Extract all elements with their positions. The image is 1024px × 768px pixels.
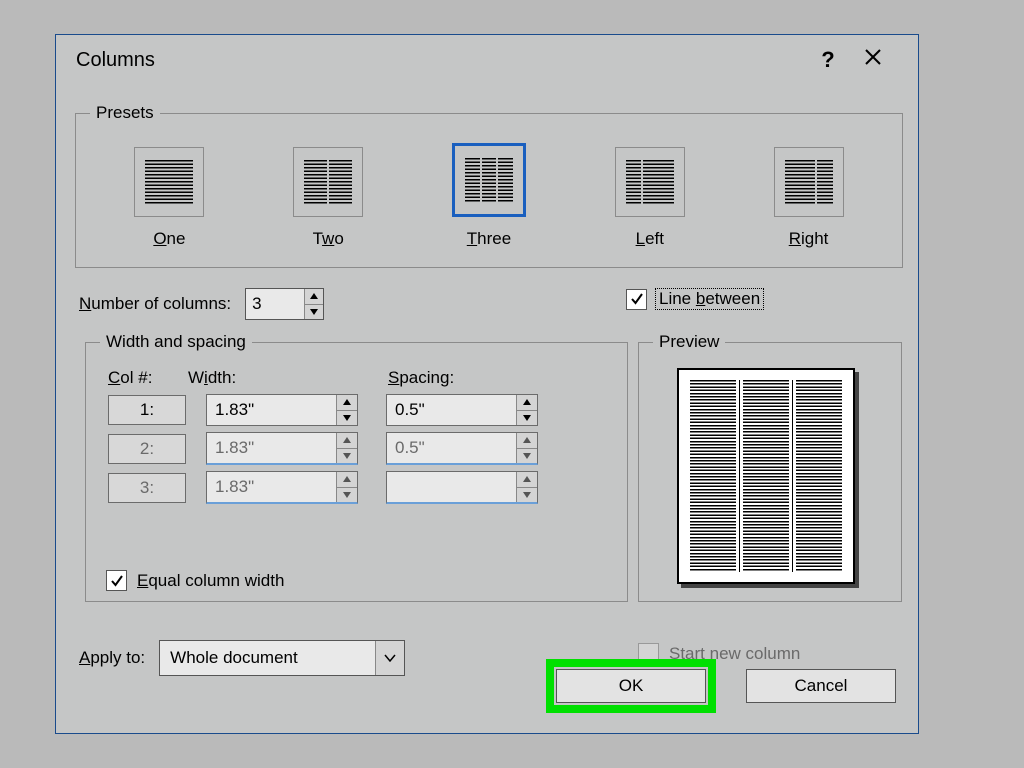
preview-legend: Preview xyxy=(653,332,725,352)
width-spacing-legend: Width and spacing xyxy=(100,332,252,352)
close-button[interactable] xyxy=(848,48,898,72)
apply-to-dropdown[interactable]: Whole document xyxy=(159,640,405,676)
ws-headers: Col #: Width: Spacing: xyxy=(108,368,613,388)
equal-column-width-label: Equal column width xyxy=(137,571,284,591)
preset-left-icon xyxy=(615,147,685,217)
header-width: Width: xyxy=(188,368,368,388)
spinner-down-button xyxy=(517,449,537,464)
line-between-row: Line between xyxy=(626,288,764,310)
spinner-up-button[interactable] xyxy=(305,289,323,305)
spinner-up-button xyxy=(337,433,357,449)
preset-row: One Two Three Left xyxy=(90,135,888,249)
cancel-button[interactable]: Cancel xyxy=(746,669,896,703)
checkmark-icon xyxy=(110,574,124,588)
ws-row-3-spacing-input xyxy=(387,472,516,502)
ws-row-2-spacing-spinner xyxy=(386,432,538,465)
spinner-down-button xyxy=(517,488,537,503)
number-of-columns-input[interactable] xyxy=(246,289,304,319)
preset-three[interactable]: Three xyxy=(452,143,526,249)
spinner-up-button xyxy=(337,472,357,488)
ws-row-1-width-spinner[interactable] xyxy=(206,394,358,426)
spinner-down-button[interactable] xyxy=(305,305,323,320)
ws-row-3: 3: xyxy=(108,471,613,504)
spinner-down-button[interactable] xyxy=(517,411,537,426)
line-between-label: Line between xyxy=(655,288,764,310)
chevron-down-icon xyxy=(384,654,396,662)
ws-row-2-spacing-input xyxy=(387,433,516,463)
apply-to-value: Whole document xyxy=(160,648,375,668)
preset-one-label: One xyxy=(153,229,185,249)
ws-row-1-spacing-spinner[interactable] xyxy=(386,394,538,426)
preset-one-icon xyxy=(134,147,204,217)
ws-row-2-width-input xyxy=(207,433,336,463)
preset-left-label: Left xyxy=(636,229,664,249)
preview-page-icon xyxy=(677,368,855,584)
number-of-columns-row: Number of columns: xyxy=(79,288,324,320)
number-of-columns-spinner[interactable] xyxy=(245,288,324,320)
header-col: Col #: xyxy=(108,368,188,388)
number-of-columns-label: Number of columns: xyxy=(79,294,231,314)
preview-group: Preview xyxy=(638,332,902,602)
close-icon xyxy=(864,48,882,66)
spinner-down-button xyxy=(337,488,357,503)
equal-column-width-row: Equal column width xyxy=(106,570,284,591)
header-spacing: Spacing: xyxy=(388,368,568,388)
preset-left[interactable]: Left xyxy=(615,147,685,249)
presets-legend: Presets xyxy=(90,103,160,123)
preset-right-label: Right xyxy=(789,229,829,249)
button-row: OK Cancel xyxy=(546,659,896,713)
dropdown-button[interactable] xyxy=(375,641,404,675)
ws-row-1-width-input[interactable] xyxy=(207,395,336,425)
ws-row-1-spacing-input[interactable] xyxy=(387,395,516,425)
presets-group: Presets One Two Three xyxy=(75,103,903,268)
apply-to-row: Apply to: Whole document xyxy=(79,640,405,676)
spinner-down-button[interactable] xyxy=(337,411,357,426)
line-between-checkbox[interactable] xyxy=(626,289,647,310)
spinner-up-button[interactable] xyxy=(337,395,357,411)
help-button[interactable]: ? xyxy=(808,47,848,73)
spinner-up-button xyxy=(517,472,537,488)
ok-highlight: OK xyxy=(546,659,716,713)
checkmark-icon xyxy=(630,292,644,306)
spinner-up-button xyxy=(517,433,537,449)
preset-two-label: Two xyxy=(313,229,344,249)
spinner-down-button xyxy=(337,449,357,464)
ws-row-3-width-spinner xyxy=(206,471,358,504)
ws-row-3-num: 3: xyxy=(108,473,186,503)
ok-button[interactable]: OK xyxy=(556,669,706,703)
preset-two-icon xyxy=(293,147,363,217)
dialog-title: Columns xyxy=(76,49,808,72)
ws-row-2: 2: xyxy=(108,432,613,465)
spinner-up-button[interactable] xyxy=(517,395,537,411)
preset-three-icon xyxy=(452,143,526,217)
preset-one[interactable]: One xyxy=(134,147,204,249)
ws-row-3-spacing-spinner xyxy=(386,471,538,504)
ws-row-1-num: 1: xyxy=(108,395,186,425)
preset-three-label: Three xyxy=(467,229,511,249)
ws-row-2-num: 2: xyxy=(108,434,186,464)
ws-row-2-width-spinner xyxy=(206,432,358,465)
columns-dialog: Columns ? Presets One Two xyxy=(55,34,919,734)
width-spacing-group: Width and spacing Col #: Width: Spacing:… xyxy=(85,332,628,602)
preset-two[interactable]: Two xyxy=(293,147,363,249)
ws-row-1: 1: xyxy=(108,394,613,426)
apply-to-label: Apply to: xyxy=(79,648,145,668)
preset-right[interactable]: Right xyxy=(774,147,844,249)
equal-column-width-checkbox[interactable] xyxy=(106,570,127,591)
ws-row-3-width-input xyxy=(207,472,336,502)
preset-right-icon xyxy=(774,147,844,217)
titlebar: Columns ? xyxy=(56,35,918,85)
